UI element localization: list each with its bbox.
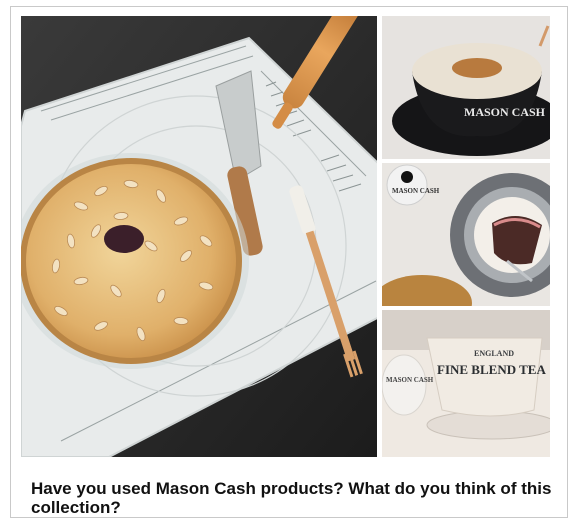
- pie-photo-image: [21, 16, 377, 457]
- coffee-photo[interactable]: MASON CASH: [382, 16, 550, 159]
- photo-collage: MASON CASH MASON CASH ENGLAND FINE BLEND…: [21, 16, 550, 457]
- post-caption: Have you used Mason Cash products? What …: [31, 479, 552, 517]
- tea-cup-photo-image: ENGLAND FINE BLEND TEA MASON CASH: [382, 310, 550, 457]
- tea-cup-photo[interactable]: ENGLAND FINE BLEND TEA MASON CASH: [382, 310, 550, 457]
- cup-blend-text: FINE BLEND TEA: [437, 362, 546, 377]
- coffee-photo-image: MASON CASH: [382, 16, 550, 159]
- cake-photo-image: MASON CASH: [382, 163, 550, 306]
- pie-photo[interactable]: [21, 16, 377, 457]
- cup-origin-text: ENGLAND: [474, 349, 514, 358]
- jar-brand-text-middle: MASON CASH: [392, 187, 440, 195]
- jar-brand-text-bottom: MASON CASH: [386, 376, 434, 384]
- cake-photo[interactable]: MASON CASH: [382, 163, 550, 306]
- cup-brand-text: MASON CASH: [464, 105, 546, 119]
